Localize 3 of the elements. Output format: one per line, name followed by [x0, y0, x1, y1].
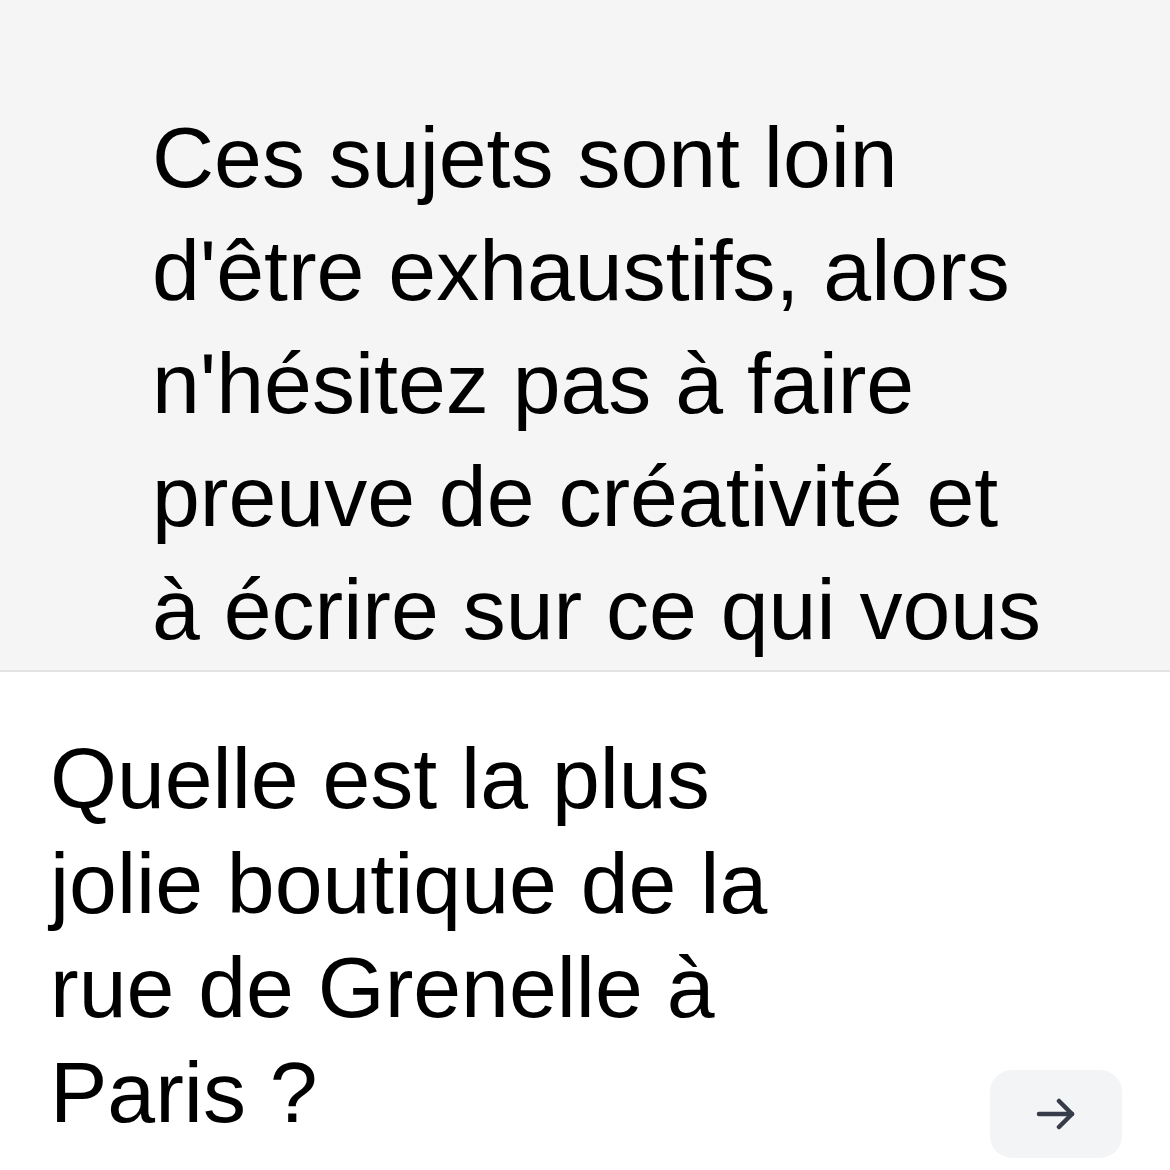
- message-input[interactable]: Quelle est la plus jolie boutique de la rue de Grenelle à Paris ?: [50, 726, 830, 1144]
- send-button[interactable]: [990, 1070, 1122, 1158]
- message-text: Ces sujets sont loin d'être exhaustifs, alors n'hésitez pas à faire preuve de créativité et à écrire sur ce qui vous: [152, 108, 1043, 659]
